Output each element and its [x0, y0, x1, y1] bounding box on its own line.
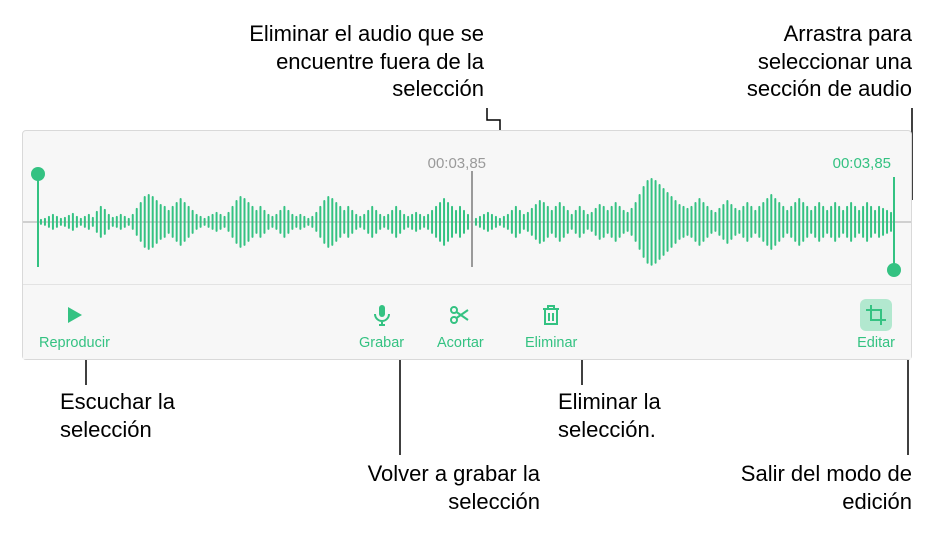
- selection-start-handle[interactable]: [31, 167, 45, 181]
- crop-icon: [860, 299, 892, 331]
- selection-end-timestamp: 00:03,85: [833, 155, 891, 172]
- scissors-icon: [448, 299, 472, 331]
- trash-icon: [539, 299, 563, 331]
- playhead-line[interactable]: [471, 171, 473, 267]
- play-icon: [62, 299, 86, 331]
- record-button[interactable]: Grabar: [359, 299, 404, 351]
- callout-delete: Eliminar la selección.: [558, 388, 758, 443]
- edit-button[interactable]: Editar: [857, 299, 895, 351]
- callout-record: Volver a grabar la selección: [310, 460, 540, 515]
- edit-toolbar: Reproducir Grabar Acortar Eliminar Edita: [23, 284, 911, 359]
- trim-button[interactable]: Acortar: [437, 299, 484, 351]
- mic-icon: [370, 299, 394, 331]
- waveform-area[interactable]: [23, 177, 911, 267]
- trim-label: Acortar: [437, 335, 484, 351]
- callout-edit: Salir del modo de edición: [702, 460, 912, 515]
- delete-button[interactable]: Eliminar: [525, 299, 577, 351]
- audio-editor-panel: 00:03,85 00:03,85: [22, 130, 912, 360]
- selection-end-handle[interactable]: [887, 263, 901, 277]
- selection-end-line[interactable]: [893, 177, 895, 267]
- delete-label: Eliminar: [525, 335, 577, 351]
- edit-label: Editar: [857, 335, 895, 351]
- waveform-icon: [23, 177, 911, 267]
- playhead-timestamp: 00:03,85: [428, 155, 486, 172]
- callout-play: Escuchar la selección: [60, 388, 260, 443]
- play-label: Reproducir: [39, 335, 110, 351]
- record-label: Grabar: [359, 335, 404, 351]
- play-button[interactable]: Reproducir: [39, 299, 110, 351]
- selection-start-line[interactable]: [37, 177, 39, 267]
